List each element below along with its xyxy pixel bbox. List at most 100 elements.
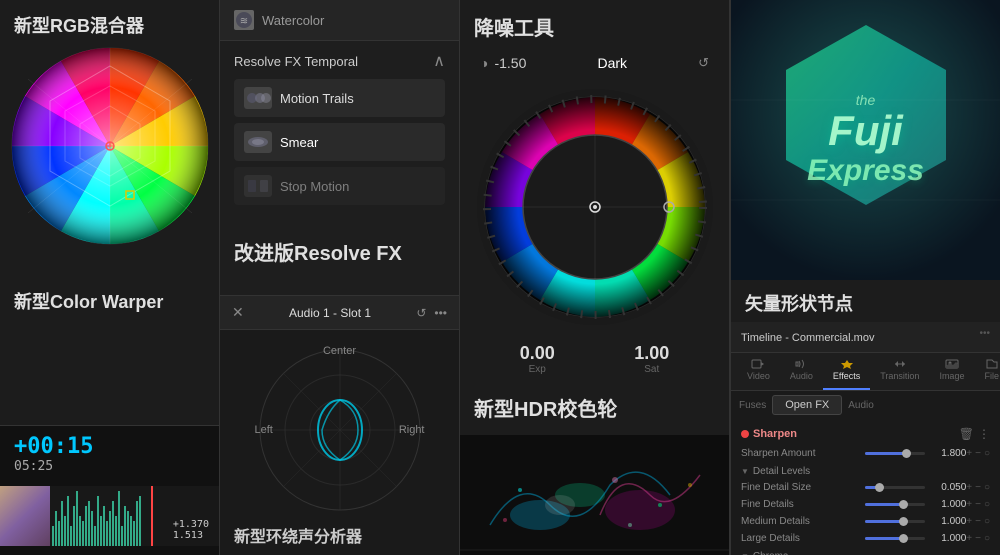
refresh-icon[interactable]: ↺	[416, 306, 426, 320]
detail-levels-header: ▼ Detail Levels	[741, 462, 990, 479]
panel1-subtitle: 新型Color Warper	[0, 276, 219, 322]
panel-rgb-mixer: 新型RGB混合器	[0, 0, 220, 555]
smear-icon	[244, 131, 272, 153]
sharpen-label: Sharpen	[741, 428, 797, 440]
tab-video[interactable]: Video	[737, 353, 780, 390]
waveform-bar	[79, 516, 81, 546]
medium-details-slider[interactable]	[865, 520, 925, 523]
fuji-the-text: the	[807, 92, 924, 108]
panel4-top: ✦ the Fuji	[731, 0, 1000, 280]
reset-icon[interactable]: ○	[984, 533, 990, 544]
hdr-reset-icon[interactable]: ↺	[698, 55, 709, 71]
panel4-title: 矢量形状节点	[731, 280, 1000, 322]
reset-icon[interactable]: ○	[984, 448, 990, 459]
waveform-bar	[112, 501, 114, 546]
plus-icon[interactable]: +	[966, 516, 972, 527]
fx-close-icon[interactable]: ∧	[433, 51, 445, 71]
hdr-exp: ◑ -1.50	[480, 55, 526, 71]
waveform-bar	[118, 491, 120, 546]
param-row-fine-details: Fine Details 1.000 + − ○	[741, 496, 990, 513]
open-fx-button[interactable]: Open FX	[772, 395, 842, 415]
hdr-param-exp: 0.00 Exp	[520, 343, 555, 375]
hdr-sat-num: 1.00	[634, 343, 669, 364]
inspector-more-icon[interactable]: •••	[979, 328, 990, 339]
fine-detail-size-slider[interactable]	[865, 486, 925, 489]
delete-icon[interactable]: 🗑	[959, 427, 974, 441]
watercolor-label: Watercolor	[262, 13, 324, 28]
minus-icon[interactable]: −	[975, 499, 981, 510]
waveform-bar	[58, 521, 60, 546]
minus-icon[interactable]: −	[975, 516, 981, 527]
plus-icon[interactable]: +	[966, 448, 972, 459]
waveform-bar	[73, 506, 75, 546]
plus-icon[interactable]: +	[966, 482, 972, 493]
large-details-slider[interactable]	[865, 537, 925, 540]
timecode-main: +00:15	[14, 434, 205, 459]
waveform-bar	[85, 506, 87, 546]
dot	[899, 500, 908, 509]
thumbnail	[0, 486, 50, 546]
fx-section-header: Resolve FX Temporal ∧	[234, 51, 445, 71]
waveform-bar	[61, 501, 63, 546]
sharpen-row: Sharpen 🗑 ⋮	[741, 423, 990, 445]
fx-item-label-stop-motion: Stop Motion	[280, 179, 349, 194]
fuji-express-logo: the Fuji Express	[807, 92, 924, 188]
panel3-bottom	[460, 435, 729, 555]
color-wheel-svg[interactable]	[10, 46, 210, 246]
color-wheel-container[interactable]	[10, 46, 210, 266]
param-icons: + − ○	[966, 482, 990, 493]
plus-icon[interactable]: +	[966, 499, 972, 510]
timecode-sub: 05:25	[14, 459, 205, 474]
sharpen-amount-dot	[902, 449, 911, 458]
waveform-bar	[115, 516, 117, 546]
audio-header: ✕ Audio 1 - Slot 1 ↺ •••	[220, 296, 459, 330]
inspector-panel: Timeline - Commercial.mov ••• Video Audi…	[731, 322, 1000, 555]
minus-icon[interactable]: −	[975, 533, 981, 544]
param-icons: + − ○	[966, 516, 990, 527]
fx-item-label-motion-trails: Motion Trails	[280, 91, 354, 106]
waveform-bar	[82, 521, 84, 546]
fill	[865, 520, 901, 523]
panel2-title: 改进版Resolve FX	[220, 221, 459, 278]
plus-icon[interactable]: +	[966, 533, 972, 544]
hdr-color-wheel[interactable]	[475, 87, 715, 327]
waveform-bar	[133, 521, 135, 546]
reset-icon[interactable]: ○	[984, 516, 990, 527]
tab-file[interactable]: File	[974, 353, 1000, 390]
param-row-large: Large Details 1.000 + − ○	[741, 530, 990, 547]
timecode: +00:15 05:25	[0, 426, 219, 482]
inspector-header: Timeline - Commercial.mov •••	[731, 322, 1000, 353]
tab-transition[interactable]: Transition	[870, 353, 929, 390]
fx-item-stop-motion[interactable]: Stop Motion	[234, 167, 445, 205]
tab-image[interactable]: Image	[929, 353, 974, 390]
sharpen-amount-slider[interactable]	[865, 452, 925, 455]
fine-details-slider[interactable]	[865, 503, 925, 506]
detail-levels-label: Detail Levels	[753, 466, 810, 477]
waveform-bar	[94, 526, 96, 546]
more-icon[interactable]: ⋮	[978, 427, 990, 441]
minus-icon[interactable]: −	[975, 482, 981, 493]
fx-item-motion-trails[interactable]: Motion Trails	[234, 79, 445, 117]
stop-motion-icon	[244, 175, 272, 197]
audio-close-icon[interactable]: ✕	[232, 304, 244, 321]
large-details-label: Large Details	[741, 533, 859, 544]
sharpen-amount-fill	[865, 452, 904, 455]
minus-icon[interactable]: −	[975, 448, 981, 459]
hdr-wheel-container[interactable]	[460, 77, 729, 337]
waveform-bar	[121, 526, 123, 546]
param-icons: + − ○	[966, 499, 990, 510]
more-icon[interactable]: •••	[434, 306, 447, 320]
hdr-controls: ◑ -1.50 Dark ↺	[460, 49, 729, 77]
inspector-tabs: Video Audio Effects Transition Image Fil…	[731, 353, 1000, 391]
tab-effects[interactable]: Effects	[823, 353, 870, 390]
waveform-bar	[52, 526, 54, 546]
reset-icon[interactable]: ○	[984, 482, 990, 493]
fx-item-smear[interactable]: Smear	[234, 123, 445, 161]
triangle-icon[interactable]: ▼	[741, 467, 749, 476]
tab-audio[interactable]: Audio	[780, 353, 823, 390]
sharpen-section: Sharpen 🗑 ⋮ Sharpen Amount 1.800 + −	[731, 419, 1000, 555]
audio-panel: ✕ Audio 1 - Slot 1 ↺ •••	[220, 295, 459, 555]
reset-icon[interactable]: ○	[984, 499, 990, 510]
waveform-bar	[103, 506, 105, 546]
large-details-value: 1.000	[931, 533, 966, 544]
